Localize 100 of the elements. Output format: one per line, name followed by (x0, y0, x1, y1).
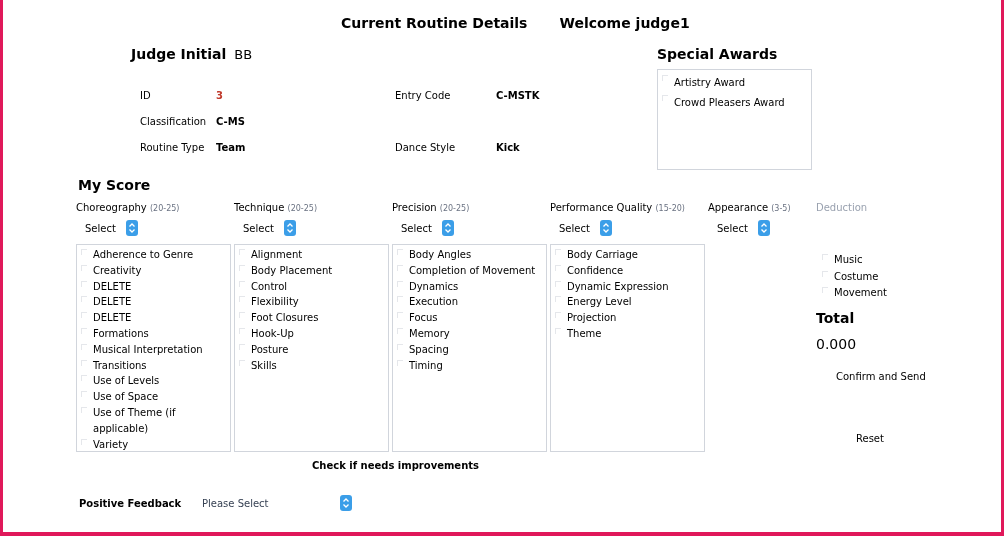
reset-button[interactable]: Reset (856, 428, 884, 448)
dropdown-arrows-icon (599, 220, 612, 236)
total-label: Total (816, 308, 855, 328)
checkbox[interactable] (822, 270, 828, 277)
checkbox[interactable] (239, 280, 245, 287)
field-label: Entry Code (395, 89, 452, 103)
score-select[interactable]: Select (85, 220, 138, 236)
item-label: Timing (409, 358, 443, 373)
category-heading: Choreography (20-25) (76, 201, 180, 214)
item-label: Use of Theme (if applicable) (93, 405, 177, 436)
score-select[interactable]: Select (243, 220, 296, 236)
item-label: DELETE (93, 295, 132, 310)
checkbox[interactable] (555, 264, 561, 271)
field-value: Kick (496, 141, 521, 155)
checkbox[interactable] (81, 375, 87, 382)
improvements-note: Check if needs improvements (312, 459, 479, 473)
checkbox[interactable] (239, 249, 245, 255)
checkbox[interactable] (239, 264, 245, 271)
checkbox[interactable] (397, 296, 403, 303)
dropdown-arrows-icon (340, 495, 352, 511)
checkbox[interactable] (81, 280, 87, 287)
item-label: Foot Closures (251, 311, 319, 326)
checkbox[interactable] (555, 280, 561, 287)
item-label: Dynamics (409, 279, 459, 294)
checkbox[interactable] (81, 249, 87, 255)
field-label: Classification (140, 115, 208, 129)
checkbox[interactable] (81, 438, 87, 445)
checkbox[interactable] (239, 359, 245, 366)
item-label: Artistry Award (674, 76, 745, 90)
field-value: Team (216, 141, 247, 155)
checkbox[interactable] (81, 359, 87, 366)
confirm-button[interactable]: Confirm and Send (836, 366, 926, 386)
item-label: Spacing (409, 342, 449, 357)
checkbox[interactable] (81, 391, 87, 398)
category-heading: Technique (20-25) (234, 201, 318, 214)
dropdown-arrows-icon (441, 220, 454, 236)
item-label: Body Carriage (567, 248, 638, 262)
item-label: Posture (251, 342, 289, 357)
checkbox[interactable] (81, 312, 87, 319)
item-label: DELETE (93, 311, 132, 326)
dropdown-arrows-icon (757, 220, 770, 236)
checkbox[interactable] (397, 264, 403, 271)
item-label: Confidence (567, 263, 624, 278)
section-heading: Special Awards (657, 45, 779, 64)
checkbox[interactable] (397, 359, 403, 366)
item-label: Flexibility (251, 295, 299, 310)
checkbox[interactable] (822, 287, 828, 293)
checkbox[interactable] (397, 328, 403, 334)
checkbox[interactable] (239, 328, 245, 334)
checkbox[interactable] (662, 95, 668, 101)
field-value: C-MS (216, 115, 246, 129)
judge-initial-label: Judge Initial (131, 45, 227, 64)
checkbox[interactable] (555, 328, 561, 334)
item-label: Body Placement (251, 263, 333, 278)
checkbox[interactable] (662, 75, 668, 81)
item-label: Projection (567, 311, 617, 326)
item-label: Theme (567, 327, 602, 341)
score-select[interactable]: Select (717, 220, 770, 236)
item-label: Execution (409, 295, 459, 310)
checkbox[interactable] (397, 249, 403, 255)
item-label: Energy Level (567, 295, 632, 310)
category-heading: Precision (20-25) (392, 201, 470, 214)
field-value: C-MSTK (496, 89, 541, 103)
checkbox[interactable] (397, 280, 403, 287)
item-label: Completion of Movement (409, 263, 536, 278)
dropdown-arrows-icon (283, 220, 296, 236)
field-label: ID (140, 89, 152, 103)
checkbox[interactable] (397, 312, 403, 319)
checkbox[interactable] (555, 312, 561, 319)
checkbox[interactable] (822, 254, 828, 260)
field-label: Routine Type (140, 141, 206, 155)
item-label: Movement (834, 286, 887, 300)
checkbox[interactable] (239, 296, 245, 303)
welcome-text: Welcome judge1 (559, 14, 690, 33)
item-label: Transitions (93, 358, 147, 373)
checkbox[interactable] (555, 249, 561, 255)
item-label: Skills (251, 358, 277, 373)
checkbox[interactable] (239, 343, 245, 350)
checkbox[interactable] (81, 343, 87, 350)
field-label: Dance Style (395, 141, 457, 155)
checkbox[interactable] (239, 312, 245, 319)
item-label: Alignment (251, 248, 303, 262)
score-select[interactable]: Select (559, 220, 612, 236)
feedback-select[interactable]: Please Select (202, 495, 352, 511)
category-heading: Performance Quality (15-20) (550, 201, 685, 214)
item-label: Musical Interpretation (93, 342, 203, 357)
checkbox[interactable] (81, 328, 87, 334)
checkbox[interactable] (81, 406, 87, 413)
checkbox[interactable] (81, 264, 87, 271)
item-label: Dynamic Expression (567, 279, 669, 294)
total-value: 0.000 (816, 334, 857, 354)
category-heading: Appearance (3-5) (708, 201, 791, 214)
checkbox[interactable] (397, 343, 403, 350)
item-label: Use of Space (93, 390, 159, 405)
judge-initial-value: BB (234, 46, 253, 64)
score-select[interactable]: Select (401, 220, 454, 236)
item-label: Creativity (93, 263, 142, 278)
checkbox[interactable] (555, 296, 561, 303)
checkbox[interactable] (81, 296, 87, 303)
page-title: Current Routine Details (341, 14, 528, 33)
